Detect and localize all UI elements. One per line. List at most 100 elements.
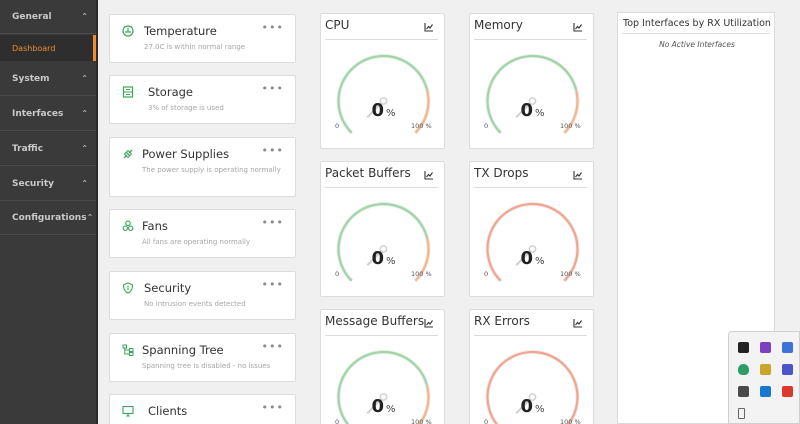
gauge-value-number: 0	[520, 100, 533, 121]
gauge-value-unit: %	[386, 256, 396, 267]
card-title: Fans	[142, 219, 168, 233]
office-app-icon[interactable]	[782, 386, 793, 397]
teams-app-icon[interactable]	[782, 364, 793, 375]
gauge-value: 0%	[470, 248, 595, 269]
more-options-icon[interactable]: •••	[262, 144, 284, 157]
card-subtitle: Spanning tree is disabled - no issues	[142, 362, 271, 370]
gauge-value-number: 0	[371, 396, 384, 417]
gauge-min-label: 0	[484, 122, 489, 130]
gauge-value-unit: %	[535, 256, 545, 267]
chart-icon[interactable]	[573, 22, 583, 32]
more-options-icon[interactable]: •••	[262, 21, 284, 34]
card-security[interactable]: Security No intrusion events detected ••…	[109, 271, 296, 320]
usb-device-icon[interactable]	[738, 408, 745, 419]
card-fans[interactable]: Fans All fans are operating normally •••	[109, 209, 296, 258]
sidebar-section-security[interactable]: Security ⌃	[0, 167, 96, 201]
terminal-app-icon[interactable]	[738, 342, 749, 353]
gauge-value: 0%	[321, 100, 446, 121]
card-title: Security	[144, 281, 192, 295]
storage-icon	[122, 86, 134, 98]
gauge-value-number: 0	[520, 396, 533, 417]
card-power-supplies[interactable]: Power Supplies The power supply is opera…	[109, 137, 296, 197]
sidebar-section-label: Traffic	[12, 143, 44, 154]
card-spanning-tree[interactable]: Spanning Tree Spanning tree is disabled …	[109, 333, 296, 382]
chart-icon[interactable]	[424, 22, 434, 32]
chart-icon[interactable]	[573, 318, 583, 328]
chevron-up-icon: ⌃	[81, 144, 88, 153]
more-options-icon[interactable]: •••	[262, 82, 284, 95]
card-title: Temperature	[144, 24, 217, 38]
gauge-value-unit: %	[535, 108, 545, 119]
card-temperature[interactable]: Temperature 27.0C is within normal range…	[109, 14, 296, 63]
monitor-icon	[122, 405, 134, 417]
gauge-title: Message Buffers	[325, 314, 425, 328]
chevron-up-icon: ⌃	[81, 74, 88, 83]
gauge-max-label: 100 %	[560, 270, 581, 278]
chart-icon[interactable]	[424, 318, 434, 328]
divider	[325, 39, 438, 40]
sidebar-item-dashboard[interactable]: Dashboard	[0, 35, 96, 61]
card-subtitle: 3% of storage is used	[148, 104, 224, 112]
gauge-value-number: 0	[371, 248, 384, 269]
card-storage[interactable]: Storage 3% of storage is used •••	[109, 75, 296, 124]
sidebar-section-system[interactable]: System ⌃	[0, 62, 96, 96]
divider	[622, 33, 770, 34]
sidebar-section-label: Security	[12, 178, 55, 189]
tree-icon	[122, 344, 134, 356]
gauge-value-unit: %	[535, 404, 545, 415]
power-icon	[123, 149, 133, 159]
divider	[474, 187, 587, 188]
gauge-value-number: 0	[371, 100, 384, 121]
chevron-up-icon: ⌃	[81, 179, 88, 188]
more-options-icon[interactable]: •••	[262, 340, 284, 353]
gauge-tx-drops: TX Drops 0% 0 100 %	[469, 161, 594, 297]
empty-state-text: No Active Interfaces	[659, 40, 735, 49]
gauge-min-label: 0	[335, 270, 340, 278]
gauge-value: 0%	[470, 100, 595, 121]
divider	[325, 335, 438, 336]
sidebar-section-label: System	[12, 73, 50, 84]
card-title: Power Supplies	[142, 147, 230, 161]
system-tray-overflow	[728, 331, 800, 424]
chart-icon[interactable]	[573, 170, 583, 180]
gauge-max-label: 100 %	[560, 418, 581, 424]
sidebar-section-traffic[interactable]: Traffic ⌃	[0, 132, 96, 166]
divider	[474, 39, 587, 40]
chevron-up-icon: ⌃	[81, 12, 88, 21]
chevron-up-icon: ⌃	[86, 213, 94, 222]
gauge-rx-errors: RX Errors 0% 0 100 %	[469, 309, 594, 424]
meeting-app-icon[interactable]	[738, 386, 749, 397]
gauge-value: 0%	[321, 396, 446, 417]
defender-shield-icon[interactable]	[738, 364, 749, 375]
outlook-app-icon[interactable]	[760, 386, 771, 397]
gauge-value: 0%	[470, 396, 595, 417]
sidebar-section-label: Interfaces	[12, 108, 64, 119]
onenote-app-icon[interactable]	[760, 342, 771, 353]
panel-title: Top Interfaces by RX Utilization	[623, 18, 771, 29]
divider	[325, 187, 438, 188]
gauge-value: 0%	[321, 248, 446, 269]
sidebar-section-configurations[interactable]: Configurations ⌃	[0, 201, 96, 235]
card-title: Spanning Tree	[142, 343, 224, 357]
shield-icon	[122, 282, 134, 294]
more-options-icon[interactable]: •••	[262, 278, 284, 291]
sidebar-section-interfaces[interactable]: Interfaces ⌃	[0, 97, 96, 131]
chart-icon[interactable]	[424, 170, 434, 180]
card-subtitle: All fans are operating normally	[142, 238, 251, 246]
sidebar: General ⌃ Dashboard System ⌃ Interfaces …	[0, 0, 98, 424]
gauge-value-number: 0	[520, 248, 533, 269]
gauge-min-label: 0	[335, 418, 340, 424]
gauge-title: RX Errors	[474, 314, 530, 328]
gauge-min-label: 0	[484, 418, 489, 424]
more-options-icon[interactable]: •••	[262, 401, 284, 414]
card-title: Clients	[148, 404, 188, 418]
gauge-max-label: 100 %	[411, 418, 432, 424]
gauge-title: TX Drops	[474, 166, 529, 180]
remote-desktop-icon[interactable]	[782, 342, 793, 353]
gauge-title: CPU	[325, 18, 350, 32]
app-stack-icon[interactable]	[760, 364, 771, 375]
card-clients[interactable]: Clients •••	[109, 394, 296, 424]
more-options-icon[interactable]: •••	[262, 216, 284, 229]
sidebar-section-general[interactable]: General ⌃	[0, 0, 96, 34]
sidebar-section-label: General	[12, 11, 52, 22]
